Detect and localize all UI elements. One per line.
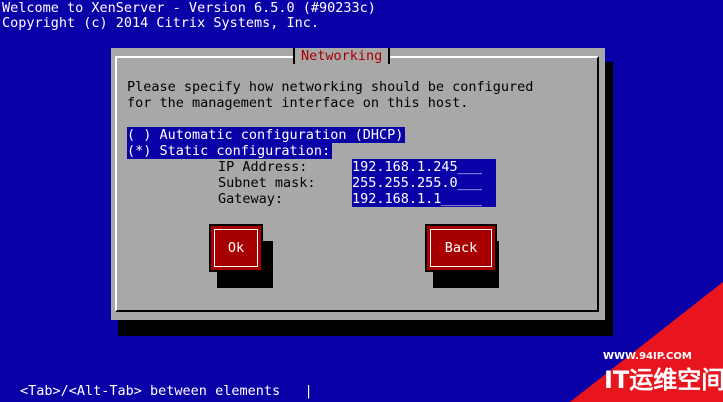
dialog-description-line1: Please specify how networking should be … — [127, 79, 534, 95]
dialog-title: Networking — [293, 48, 391, 64]
back-button-label: Back — [444, 240, 478, 256]
footer-hint: <Tab>/<Alt-Tab> between elements | — [20, 383, 313, 399]
ok-button[interactable]: Ok — [209, 224, 263, 272]
back-button[interactable]: Back — [425, 224, 497, 272]
networking-dialog: Networking Please specify how networking… — [111, 48, 605, 320]
ip-address-input[interactable]: 192.168.1.245___ — [352, 159, 496, 175]
back-button-frame: Back — [430, 229, 492, 267]
dialog-description-line2: for the management interface on this hos… — [127, 95, 469, 111]
header-copyright-text: Copyright (c) 2014 Citrix Systems, Inc. — [2, 15, 319, 31]
subnet-mask-input[interactable]: 255.255.255.0___ — [352, 175, 496, 191]
radio-automatic-dhcp[interactable]: ( ) Automatic configuration (DHCP) — [127, 127, 406, 143]
watermark-name: IT运维空间 — [604, 366, 723, 394]
ip-address-label: IP Address: — [218, 159, 308, 175]
subnet-mask-label: Subnet mask: — [218, 175, 316, 191]
header-version-text: Welcome to XenServer - Version 6.5.0 (#9… — [2, 0, 376, 16]
watermark-url: WWW.94IP.COM — [603, 351, 692, 362]
gateway-input[interactable]: 192.168.1.1_____ — [352, 191, 496, 207]
gateway-label: Gateway: — [218, 191, 284, 207]
ok-button-frame: Ok — [214, 229, 258, 267]
watermark: WWW.94IP.COM IT运维空间 — [570, 282, 723, 402]
radio-static-configuration[interactable]: (*) Static configuration: — [127, 143, 333, 159]
ok-button-label: Ok — [227, 240, 245, 256]
